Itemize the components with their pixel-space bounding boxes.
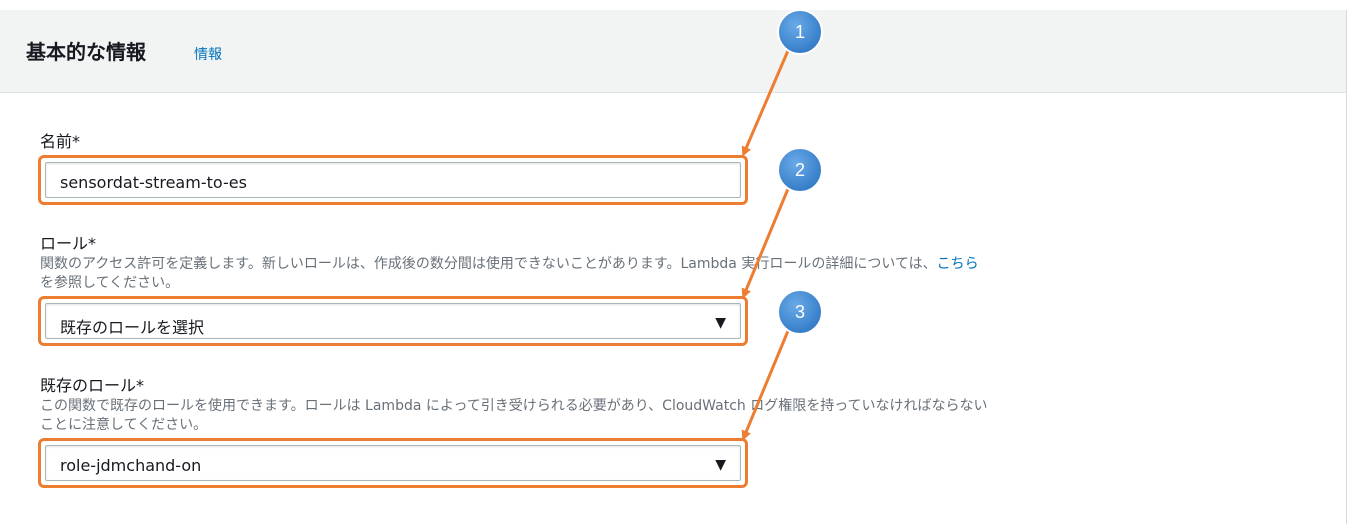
badge-3-label: 3 [795, 302, 805, 322]
badge-2: 2 [777, 147, 823, 193]
badge-2-label: 2 [795, 160, 805, 180]
arrow-3 [741, 325, 792, 441]
annotation-overlay: 1 2 3 [741, 9, 823, 441]
arrow-1 [741, 45, 792, 157]
arrow-2 [741, 183, 792, 299]
badge-1-label: 1 [795, 22, 805, 42]
badge-3: 3 [777, 289, 823, 335]
badge-1: 1 [777, 9, 823, 55]
